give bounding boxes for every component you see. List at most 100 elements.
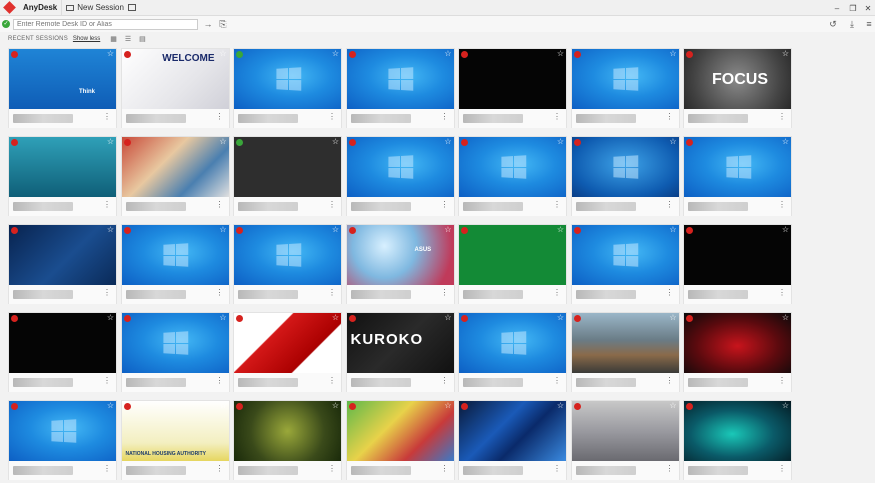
session-card[interactable]: ☆ ⋮ [683,312,792,392]
file-transfer-icon[interactable]: ⎘ [217,16,229,32]
favorite-star-icon[interactable]: ☆ [669,49,676,58]
session-options-icon[interactable]: ⋮ [778,113,786,121]
favorite-star-icon[interactable]: ☆ [332,401,339,410]
session-card[interactable]: ASUS ☆ ⋮ [345,224,455,304]
session-thumbnail[interactable]: NATIONAL HOUSING AUTHORITY ☆ [121,401,229,461]
session-options-icon[interactable]: ⋮ [778,465,786,473]
session-card[interactable]: ☆ ⋮ [8,312,117,392]
session-card[interactable]: ☆ ⋮ [345,400,455,480]
session-options-icon[interactable]: ⋮ [328,465,336,473]
session-options-icon[interactable]: ⋮ [103,113,111,121]
session-card[interactable]: ☆ ⋮ [570,400,680,480]
session-thumbnail[interactable]: ☆ [684,313,791,373]
session-card[interactable]: ☆ ⋮ [8,136,117,216]
session-options-icon[interactable]: ⋮ [666,465,674,473]
favorite-star-icon[interactable]: ☆ [219,225,226,234]
session-card[interactable]: FOCUS ☆ ⋮ [683,48,792,128]
session-card[interactable]: ☆ ⋮ [458,400,567,480]
favorite-star-icon[interactable]: ☆ [219,137,226,146]
session-options-icon[interactable]: ⋮ [216,201,224,209]
favorite-star-icon[interactable]: ☆ [782,313,789,322]
session-thumbnail[interactable]: ☆ [346,137,454,197]
favorite-star-icon[interactable]: ☆ [669,137,676,146]
favorite-star-icon[interactable]: ☆ [669,401,676,410]
session-card[interactable]: ☆ ⋮ [683,400,792,480]
session-thumbnail[interactable]: ☆ [234,137,341,197]
session-thumbnail[interactable]: ☆ [571,225,679,285]
session-options-icon[interactable]: ⋮ [778,377,786,385]
connect-arrow-icon[interactable]: → [202,16,214,32]
favorite-star-icon[interactable]: ☆ [782,401,789,410]
tab-new-session[interactable]: New Session [61,0,144,16]
session-options-icon[interactable]: ⋮ [441,465,449,473]
favorite-star-icon[interactable]: ☆ [557,313,564,322]
favorite-star-icon[interactable]: ☆ [107,225,114,234]
session-thumbnail[interactable]: ☆ [234,401,341,461]
tile-view-icon[interactable]: ▦ [110,35,117,43]
favorite-star-icon[interactable]: ☆ [444,225,451,234]
menu-icon[interactable]: ≡ [863,16,875,32]
session-card[interactable]: ☆ ⋮ [570,224,680,304]
session-options-icon[interactable]: ⋮ [666,201,674,209]
session-card[interactable]: Think ☆ ⋮ [8,48,117,128]
favorite-star-icon[interactable]: ☆ [219,49,226,58]
session-options-icon[interactable]: ⋮ [553,377,561,385]
favorite-star-icon[interactable]: ☆ [557,49,564,58]
session-card[interactable]: ☆ ⋮ [8,400,117,480]
session-options-icon[interactable]: ⋮ [216,113,224,121]
detail-view-icon[interactable]: ▤ [139,35,146,43]
session-card[interactable]: ☆ ⋮ [570,48,680,128]
list-view-icon[interactable]: ☰ [125,35,131,43]
session-thumbnail[interactable]: ☆ [459,313,566,373]
session-options-icon[interactable]: ⋮ [216,465,224,473]
favorite-star-icon[interactable]: ☆ [782,225,789,234]
session-thumbnail[interactable]: ☆ [459,49,566,109]
favorite-star-icon[interactable]: ☆ [444,137,451,146]
favorite-star-icon[interactable]: ☆ [444,401,451,410]
session-card[interactable]: KUROKO ☆ ⋮ [345,312,455,392]
session-options-icon[interactable]: ⋮ [328,377,336,385]
favorite-star-icon[interactable]: ☆ [557,137,564,146]
show-less-link[interactable]: Show less [73,36,100,42]
session-thumbnail[interactable]: ☆ [571,137,679,197]
session-options-icon[interactable]: ⋮ [553,465,561,473]
favorite-star-icon[interactable]: ☆ [669,313,676,322]
session-thumbnail[interactable]: FOCUS ☆ [684,49,791,109]
session-options-icon[interactable]: ⋮ [553,113,561,121]
session-card[interactable]: ☆ ⋮ [233,312,342,392]
favorite-star-icon[interactable]: ☆ [332,137,339,146]
session-thumbnail[interactable]: ☆ [684,225,791,285]
session-card[interactable]: ☆ ⋮ [233,48,342,128]
session-card[interactable]: ☆ ⋮ [683,224,792,304]
session-options-icon[interactable]: ⋮ [216,289,224,297]
session-options-icon[interactable]: ⋮ [666,377,674,385]
favorite-star-icon[interactable]: ☆ [782,137,789,146]
session-card[interactable]: ☆ ⋮ [120,224,230,304]
minimize-icon[interactable]: – [830,0,844,16]
session-thumbnail[interactable]: ☆ [684,401,791,461]
close-icon[interactable]: ✕ [861,0,875,16]
favorite-star-icon[interactable]: ☆ [444,49,451,58]
session-card[interactable]: WELCOME ☆ ⋮ [120,48,230,128]
session-options-icon[interactable]: ⋮ [328,289,336,297]
favorite-star-icon[interactable]: ☆ [332,313,339,322]
session-thumbnail[interactable]: ☆ [9,225,116,285]
favorite-star-icon[interactable]: ☆ [669,225,676,234]
session-thumbnail[interactable]: KUROKO ☆ [346,313,454,373]
session-options-icon[interactable]: ⋮ [666,289,674,297]
favorite-star-icon[interactable]: ☆ [332,49,339,58]
favorite-star-icon[interactable]: ☆ [107,313,114,322]
restore-icon[interactable]: ❐ [846,0,860,16]
session-thumbnail[interactable]: ☆ [459,401,566,461]
session-thumbnail[interactable]: ☆ [684,137,791,197]
session-options-icon[interactable]: ⋮ [778,289,786,297]
session-thumbnail[interactable]: ☆ [234,49,341,109]
session-card[interactable]: ☆ ⋮ [233,224,342,304]
session-thumbnail[interactable]: ☆ [571,313,679,373]
new-tab-icon[interactable] [127,4,136,11]
session-options-icon[interactable]: ⋮ [328,113,336,121]
session-card[interactable]: ☆ ⋮ [458,48,567,128]
favorite-star-icon[interactable]: ☆ [219,401,226,410]
favorite-star-icon[interactable]: ☆ [557,225,564,234]
session-thumbnail[interactable]: ☆ [571,49,679,109]
